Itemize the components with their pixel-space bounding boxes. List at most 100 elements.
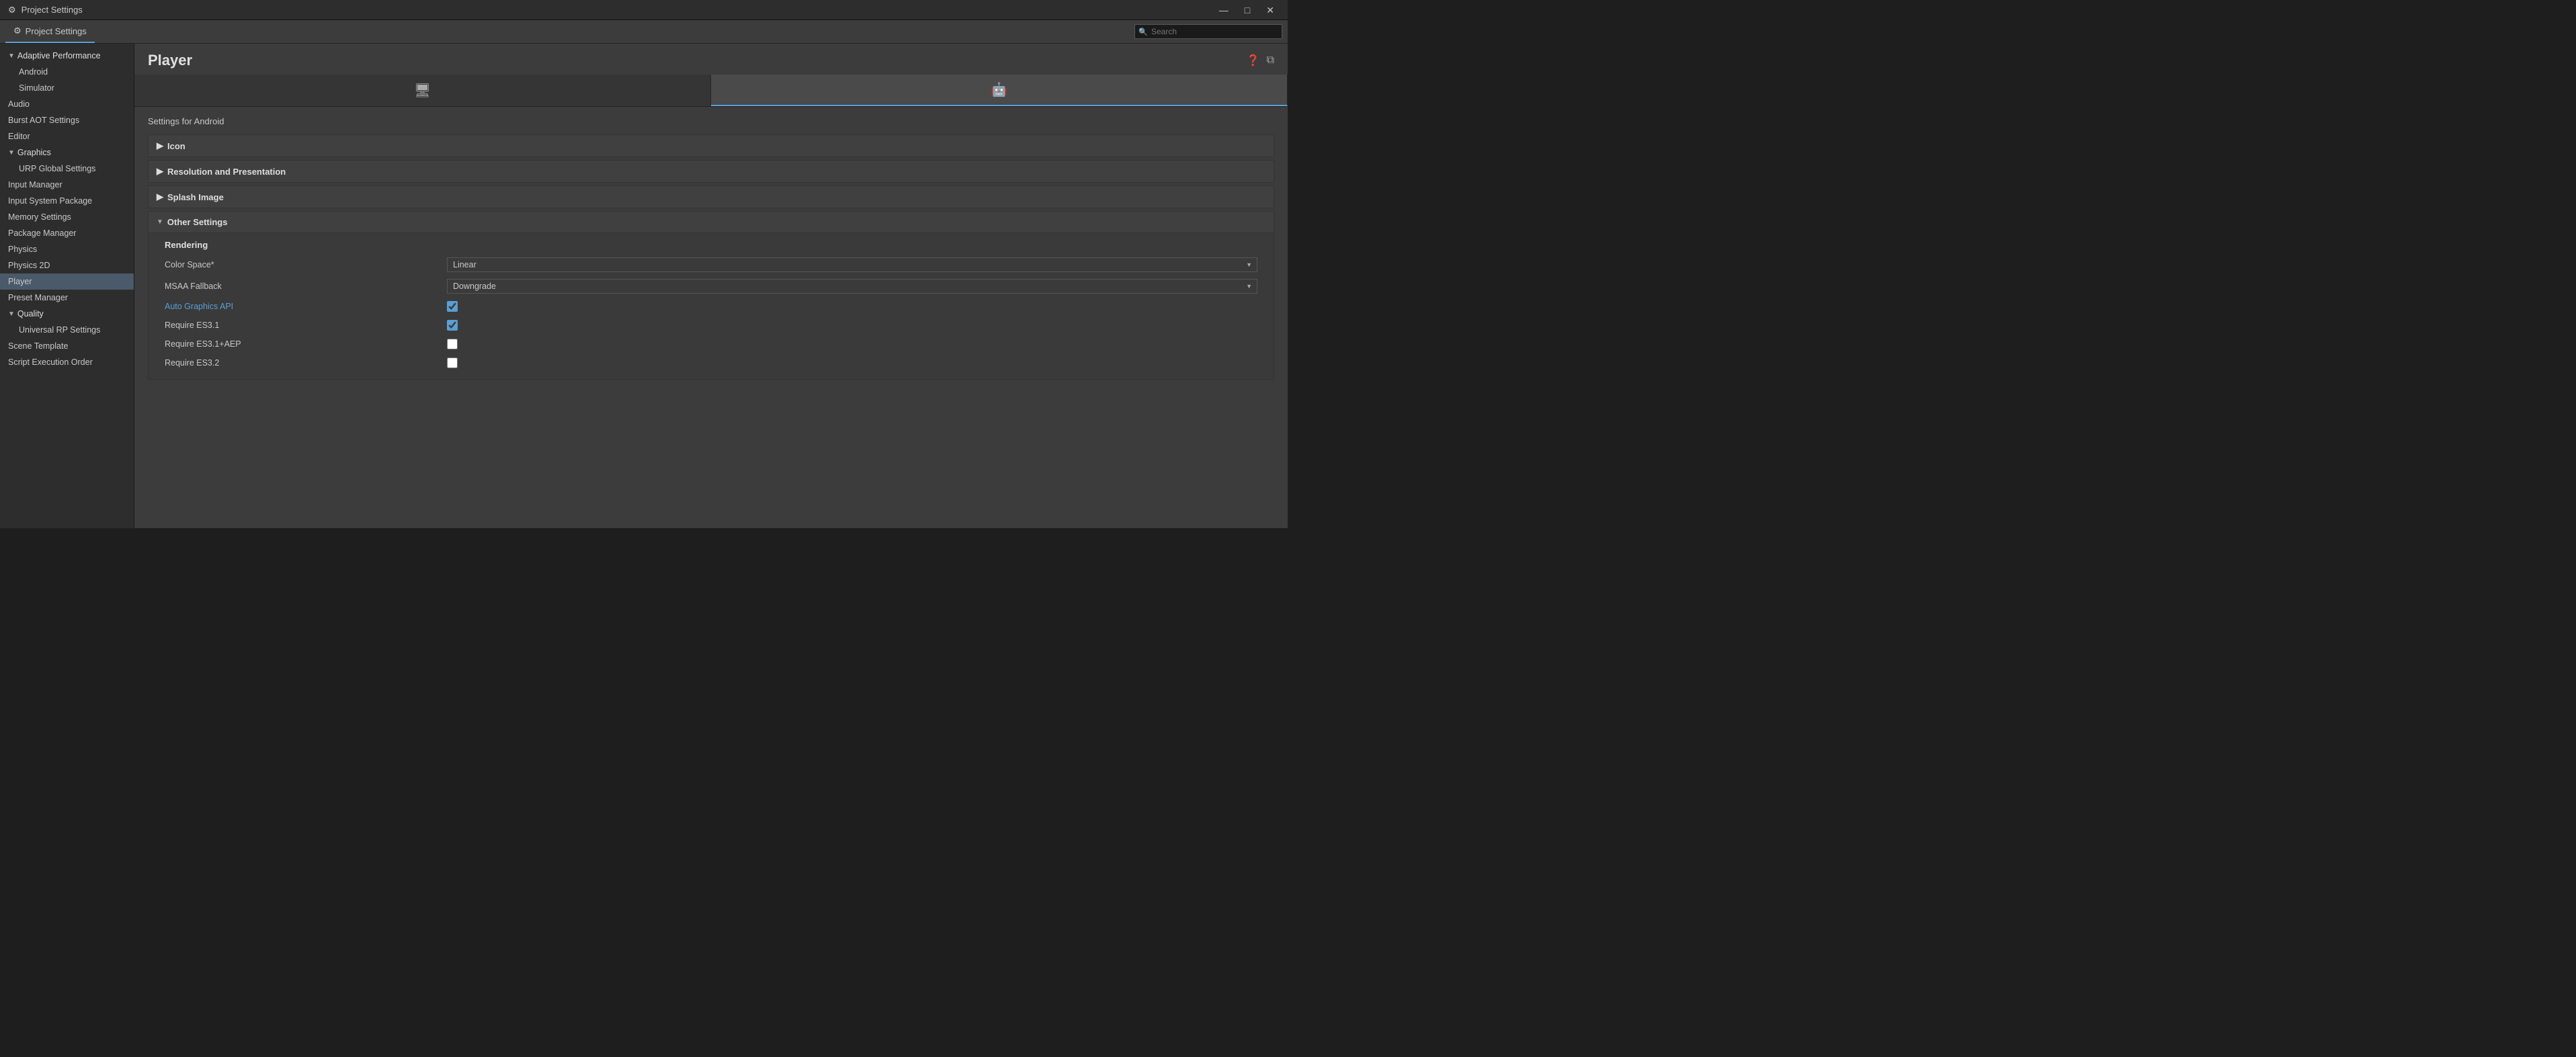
page-title: Player (148, 52, 192, 69)
help-icon[interactable]: ❓ (1247, 54, 1260, 67)
sidebar-item-preset-manager[interactable]: Preset Manager (0, 290, 134, 306)
color-space-dropdown-wrap: Linear Gamma (447, 257, 1257, 272)
player-header: Player ❓ ⧉ (134, 44, 1288, 75)
platform-tab-android[interactable]: 🤖 (711, 75, 1288, 106)
sidebar-item-scene-template[interactable]: Scene Template (0, 338, 134, 354)
require-es31-value (447, 320, 1257, 331)
search-area: 🔍 (1134, 24, 1282, 39)
expand-icon: ▼ (8, 149, 15, 157)
sidebar-item-label: Graphics (17, 148, 51, 157)
require-es31-checkbox[interactable] (447, 320, 458, 331)
require-es32-label: Require ES3.2 (165, 358, 447, 368)
section-label: Resolution and Presentation (167, 167, 286, 177)
sidebar-item-label: Adaptive Performance (17, 51, 101, 60)
sidebar-item-adaptive-performance[interactable]: ▼ Adaptive Performance (0, 48, 134, 64)
sidebar-item-label: Script Execution Order (8, 357, 93, 367)
sidebar-item-android[interactable]: Android (0, 64, 134, 80)
tab-label: Project Settings (26, 26, 87, 36)
require-es32-checkbox[interactable] (447, 357, 458, 368)
require-es31-aep-value (447, 339, 1257, 349)
title-bar-left: ⚙ Project Settings (8, 5, 83, 15)
sidebar-item-label: Simulator (19, 83, 54, 93)
expand-icon: ▼ (8, 310, 15, 318)
require-es31-aep-checkbox[interactable] (447, 339, 458, 349)
search-wrap: 🔍 (1134, 24, 1282, 39)
sidebar-item-memory-settings[interactable]: Memory Settings (0, 209, 134, 225)
sidebar-item-burst-aot[interactable]: Burst AOT Settings (0, 112, 134, 128)
maximize-button[interactable]: □ (1239, 4, 1255, 16)
expand-icon: ▼ (8, 52, 15, 60)
sidebar-item-input-manager[interactable]: Input Manager (0, 177, 134, 193)
auto-graphics-checkbox[interactable] (447, 301, 458, 312)
msaa-fallback-label: MSAA Fallback (165, 282, 447, 291)
sidebar-item-label: Scene Template (8, 341, 68, 351)
sidebar-item-graphics[interactable]: ▼ Graphics (0, 144, 134, 161)
sidebar-item-label: URP Global Settings (19, 164, 95, 173)
tab-icon: ⚙ (13, 26, 22, 36)
resolution-section-header[interactable]: ▶ Resolution and Presentation (149, 161, 1274, 182)
sidebar-item-editor[interactable]: Editor (0, 128, 134, 144)
other-settings-header[interactable]: ▼ Other Settings (149, 212, 1274, 233)
minimize-button[interactable]: — (1214, 4, 1234, 16)
sidebar-item-label: Editor (8, 132, 30, 141)
sidebar-item-input-system[interactable]: Input System Package (0, 193, 134, 209)
collapse-icon: ▶ (157, 192, 163, 202)
require-es32-row: Require ES3.2 (157, 353, 1265, 372)
msaa-fallback-dropdown[interactable]: Downgrade None (447, 279, 1257, 294)
search-input[interactable] (1134, 24, 1282, 39)
auto-graphics-value (447, 301, 1257, 312)
sidebar-item-physics[interactable]: Physics (0, 241, 134, 257)
collapse-icon: ▼ (157, 218, 163, 226)
sidebar-item-label: Audio (8, 99, 30, 109)
splash-section-header[interactable]: ▶ Splash Image (149, 186, 1274, 208)
require-es31-aep-row: Require ES3.1+AEP (157, 335, 1265, 353)
android-icon: 🤖 (991, 81, 1007, 98)
sidebar-item-label: Quality (17, 309, 44, 319)
sidebar-item-urp-global[interactable]: URP Global Settings (0, 161, 134, 177)
sidebar-item-label: Android (19, 67, 48, 77)
sidebar-item-label: Input Manager (8, 180, 63, 189)
window-title: Project Settings (22, 5, 83, 15)
auto-graphics-row: Auto Graphics API (157, 297, 1265, 316)
sidebar-item-player[interactable]: Player (0, 273, 134, 290)
settings-area: Settings for Android ▶ Icon ▶ Resolution… (134, 107, 1288, 528)
rendering-title: Rendering (157, 233, 1265, 254)
sidebar-item-quality[interactable]: ▼ Quality (0, 306, 134, 322)
sidebar-item-label: Memory Settings (8, 212, 71, 222)
color-space-label: Color Space* (165, 260, 447, 269)
require-es31-aep-label: Require ES3.1+AEP (165, 339, 447, 349)
sidebar: ▼ Adaptive Performance Android Simulator… (0, 44, 134, 528)
sidebar-item-label: Burst AOT Settings (8, 116, 79, 125)
sidebar-item-physics-2d[interactable]: Physics 2D (0, 257, 134, 273)
msaa-fallback-dropdown-wrap: Downgrade None (447, 279, 1257, 294)
auto-graphics-label[interactable]: Auto Graphics API (165, 302, 447, 311)
splash-section: ▶ Splash Image (148, 185, 1274, 208)
title-bar-controls: — □ ✕ (1214, 4, 1280, 16)
sidebar-item-simulator[interactable]: Simulator (0, 80, 134, 96)
section-label: Other Settings (167, 217, 228, 227)
section-label: Icon (167, 141, 185, 151)
header-icons: ❓ ⧉ (1247, 54, 1274, 67)
title-bar: ⚙ Project Settings — □ ✕ (0, 0, 1288, 20)
collapse-icon: ▶ (157, 140, 163, 151)
app-body: ▼ Adaptive Performance Android Simulator… (0, 44, 1288, 528)
sidebar-item-package-manager[interactable]: Package Manager (0, 225, 134, 241)
layout-icon[interactable]: ⧉ (1267, 54, 1274, 67)
sidebar-item-audio[interactable]: Audio (0, 96, 134, 112)
color-space-dropdown[interactable]: Linear Gamma (447, 257, 1257, 272)
menu-bar: ⚙ Project Settings 🔍 (0, 20, 1288, 44)
sidebar-item-label: Input System Package (8, 196, 92, 206)
section-label: Splash Image (167, 192, 224, 202)
project-settings-tab[interactable]: ⚙ Project Settings (5, 20, 95, 43)
sidebar-item-label: Physics (8, 245, 37, 254)
other-settings-body: Rendering Color Space* Linear Gamma (149, 233, 1274, 379)
msaa-fallback-value: Downgrade None (447, 279, 1257, 294)
icon-section-header[interactable]: ▶ Icon (149, 135, 1274, 157)
close-button[interactable]: ✕ (1261, 4, 1280, 16)
sidebar-item-label: Preset Manager (8, 293, 68, 302)
sidebar-item-script-execution[interactable]: Script Execution Order (0, 354, 134, 370)
sidebar-item-universal-rp[interactable]: Universal RP Settings (0, 322, 134, 338)
msaa-fallback-row: MSAA Fallback Downgrade None (157, 276, 1265, 297)
platform-tab-desktop[interactable]: 🖥 (134, 75, 711, 106)
platform-tabs: 🖥 🤖 (134, 75, 1288, 107)
